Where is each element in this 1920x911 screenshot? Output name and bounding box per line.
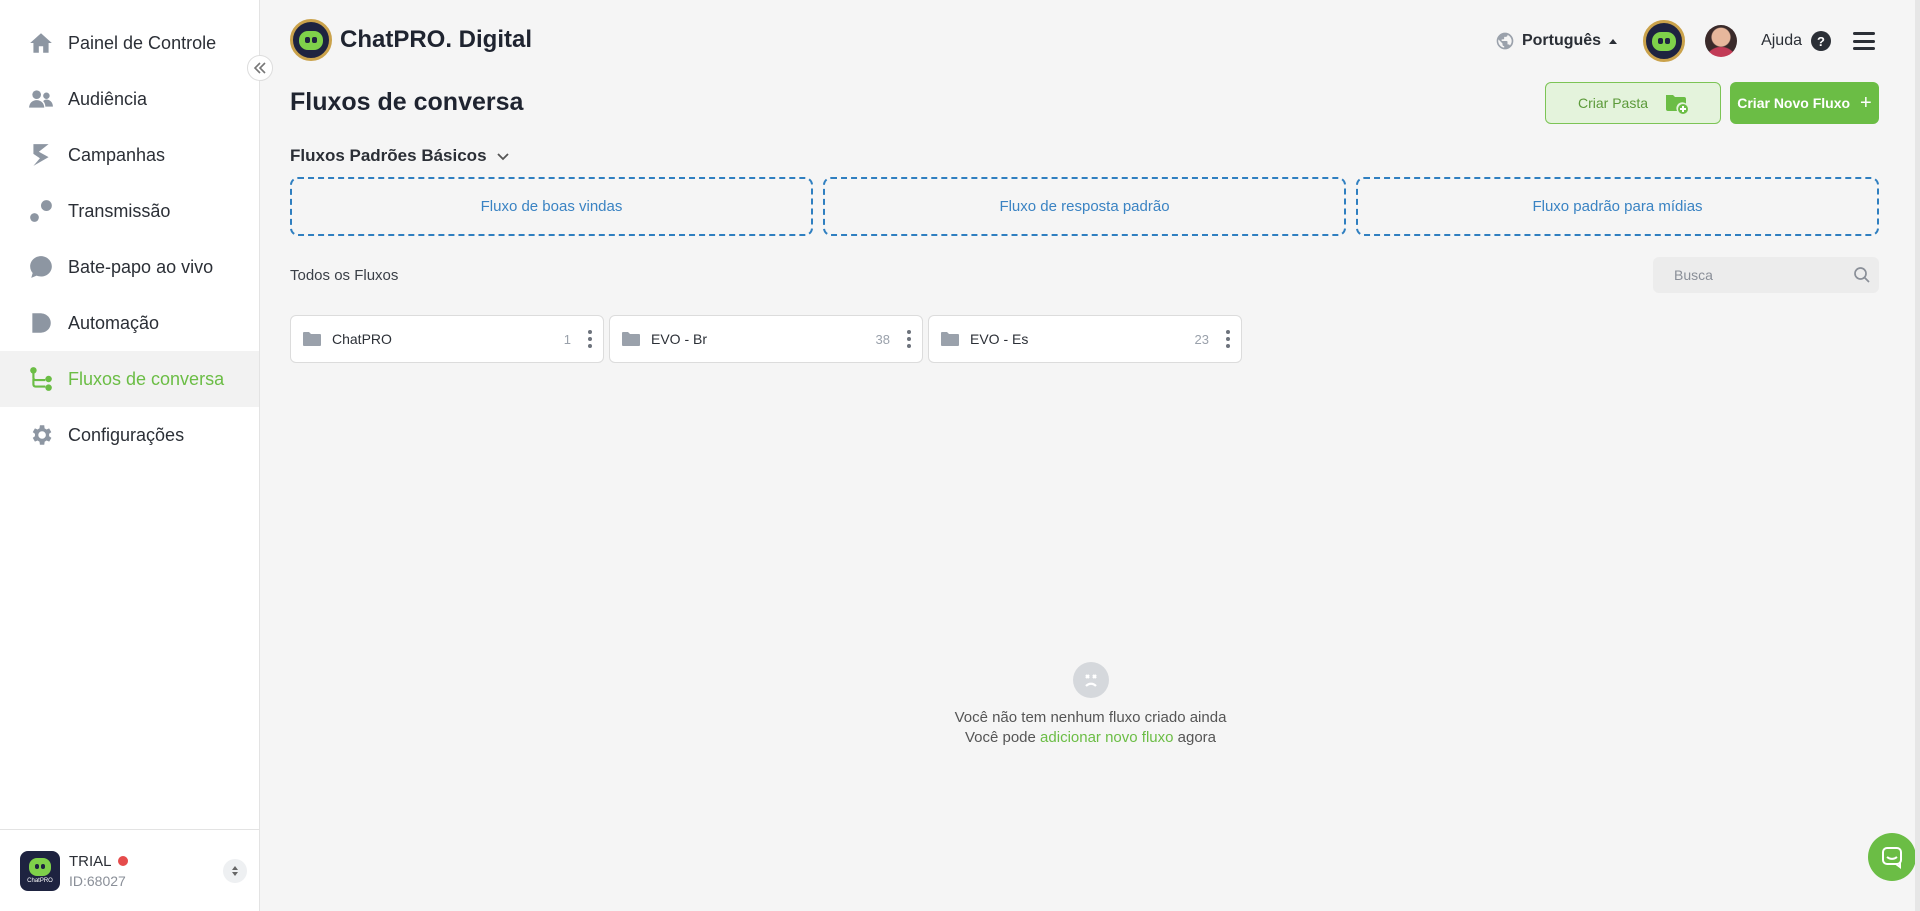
bot-profile-button[interactable] [1643, 20, 1686, 62]
sidebar-item-painel-de-controle[interactable]: Painel de Controle [0, 15, 259, 71]
user-avatar[interactable] [1705, 25, 1738, 57]
empty-hint: Você pode adicionar novo fluxo agora [261, 728, 1920, 748]
support-chat-button[interactable] [1868, 833, 1916, 881]
account-info: TRIAL ID:68027 [69, 853, 128, 889]
folder-count: 23 [1194, 331, 1209, 347]
account-logo: ChatPRO [20, 850, 60, 891]
topbar: ChatPRO. Digital Português Ajuda ? [261, 0, 1920, 80]
search-input[interactable] [1674, 267, 1844, 283]
page-scrollbar[interactable] [1915, 0, 1920, 911]
folder-card[interactable]: ChatPRO 1 [290, 315, 604, 363]
chevron-down-icon [496, 153, 509, 161]
empty-hint-prefix: Você pode [964, 729, 1036, 746]
basic-flows-heading: Fluxos Padrões Básicos [290, 146, 487, 165]
folder-count: 1 [563, 331, 571, 347]
plus-icon: + [1860, 92, 1872, 114]
account-id: ID:68027 [69, 872, 126, 889]
help-button[interactable]: Ajuda ? [1761, 31, 1831, 51]
sidebar-item-label: Audiência [68, 88, 148, 109]
status-dot-icon [117, 856, 128, 866]
basic-flows-toggle[interactable]: Fluxos Padrões Básicos [290, 146, 510, 166]
sidebar: Painel de Controle Audiência Campanhas T… [0, 0, 260, 911]
basic-flow-welcome[interactable]: Fluxo de boas vindas [290, 177, 813, 236]
automation-icon [28, 310, 54, 336]
sad-face-icon [1072, 662, 1109, 698]
home-icon [28, 30, 54, 56]
empty-state: Você não tem nenhum fluxo criado ainda V… [261, 662, 1920, 748]
add-new-flow-link[interactable]: adicionar novo fluxo [1040, 729, 1173, 746]
account-logo-text: ChatPRO [27, 877, 53, 884]
folder-list: ChatPRO 1 EVO - Br 38 EVO - Es 23 [290, 315, 1247, 363]
sidebar-item-transmissao[interactable]: Transmissão [0, 183, 259, 239]
more-vertical-icon[interactable] [906, 330, 912, 348]
create-folder-button[interactable]: Criar Pasta [1545, 82, 1721, 124]
sidebar-item-bate-papo[interactable]: Bate-papo ao vivo [0, 239, 259, 295]
main-content: ChatPRO. Digital Português Ajuda ? Fluxo… [261, 0, 1920, 911]
help-label: Ajuda [1761, 32, 1802, 49]
folder-card[interactable]: EVO - Br 38 [609, 315, 923, 363]
page-title: Fluxos de conversa [290, 88, 524, 116]
account-plan: TRIAL [69, 853, 128, 870]
language-selector[interactable]: Português [1495, 31, 1618, 51]
sidebar-item-label: Painel de Controle [68, 32, 217, 53]
flow-icon [28, 366, 54, 392]
create-new-flow-label: Criar Novo Fluxo [1737, 95, 1851, 111]
basic-flow-default-response[interactable]: Fluxo de resposta padrão [823, 177, 1346, 236]
folder-name: EVO - Es [970, 331, 1029, 347]
globe-icon [1496, 32, 1514, 50]
topbar-actions: Português Ajuda ? [1495, 20, 1875, 62]
account-switch-button[interactable] [223, 858, 247, 883]
campaign-icon [28, 142, 54, 168]
sidebar-item-fluxos-de-conversa[interactable]: Fluxos de conversa [0, 351, 259, 407]
folder-name: ChatPRO [332, 331, 392, 347]
sidebar-item-label: Campanhas [68, 144, 166, 165]
bot-icon [1652, 31, 1677, 51]
folder-name: EVO - Br [651, 331, 708, 347]
create-folder-label: Criar Pasta [1577, 95, 1649, 111]
hamburger-menu-icon[interactable] [1853, 32, 1875, 50]
caret-up-icon [1609, 38, 1618, 44]
folder-icon [941, 331, 959, 347]
sidebar-item-campanhas[interactable]: Campanhas [0, 127, 259, 183]
empty-hint-suffix: agora [1177, 729, 1217, 746]
basic-flows-row: Fluxo de boas vindas Fluxo de resposta p… [290, 177, 1879, 236]
folder-icon [303, 331, 321, 347]
bot-icon [29, 857, 51, 876]
folder-card[interactable]: EVO - Es 23 [928, 315, 1242, 363]
sidebar-nav: Painel de Controle Audiência Campanhas T… [0, 0, 259, 463]
language-label: Português [1521, 32, 1602, 49]
question-icon: ? [1811, 31, 1831, 51]
more-vertical-icon[interactable] [587, 330, 593, 348]
sidebar-item-label: Automação [68, 312, 160, 333]
create-new-flow-button[interactable]: Criar Novo Fluxo + [1730, 82, 1879, 124]
brand-name: ChatPRO. Digital [340, 26, 533, 53]
sidebar-item-configuracoes[interactable]: Configurações [0, 407, 259, 463]
up-down-arrows-icon [232, 865, 238, 876]
basic-flow-media[interactable]: Fluxo padrão para mídias [1356, 177, 1879, 236]
all-flows-heading: Todos os Fluxos [290, 267, 399, 284]
more-vertical-icon[interactable] [1225, 330, 1231, 348]
users-icon [28, 86, 54, 112]
sidebar-item-label: Fluxos de conversa [68, 368, 225, 389]
broadcast-icon [28, 198, 54, 224]
brand-logo-icon [290, 19, 332, 61]
search-box [1653, 257, 1879, 293]
chat-icon [1882, 847, 1902, 869]
sidebar-item-label: Bate-papo ao vivo [68, 256, 214, 277]
sidebar-item-label: Configurações [68, 424, 185, 445]
empty-message: Você não tem nenhum fluxo criado ainda [954, 709, 1227, 726]
folder-count: 38 [875, 331, 890, 347]
folder-plus-icon [1666, 95, 1689, 114]
chat-bubble-icon [28, 254, 54, 280]
sidebar-item-automacao[interactable]: Automação [0, 295, 259, 351]
search-icon[interactable] [1853, 266, 1871, 284]
plan-label: TRIAL [69, 852, 112, 870]
gear-icon [28, 422, 54, 448]
double-chevron-left-icon [253, 62, 266, 74]
sidebar-item-label: Transmissão [68, 200, 171, 221]
folder-icon [622, 331, 640, 347]
sidebar-item-audiencia[interactable]: Audiência [0, 71, 259, 127]
collapse-sidebar-button[interactable] [247, 55, 273, 81]
account-switcher[interactable]: ChatPRO TRIAL ID:68027 [0, 829, 259, 911]
